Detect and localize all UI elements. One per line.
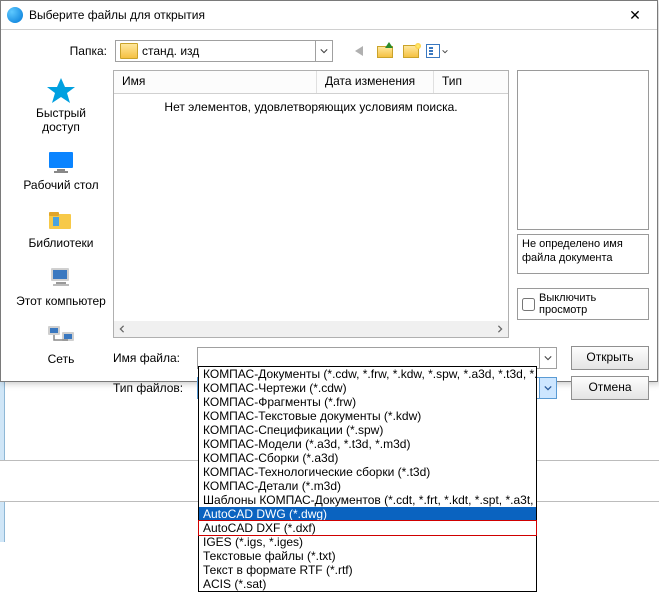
col-name[interactable]: Имя	[114, 71, 317, 93]
disable-preview-checkbox[interactable]: Выключить просмотр	[517, 288, 649, 320]
scroll-right-button[interactable]	[492, 321, 508, 337]
filename-label: Имя файла:	[113, 351, 197, 365]
scroll-left-button[interactable]	[114, 321, 130, 337]
up-folder-icon	[377, 44, 393, 58]
place-this-pc[interactable]: Этот компьютер	[16, 262, 106, 312]
views-button[interactable]	[425, 40, 449, 62]
horizontal-scrollbar[interactable]	[114, 321, 508, 337]
folder-combo[interactable]: станд. изд	[115, 40, 333, 62]
filetype-option[interactable]: КОМПАС-Текстовые документы (*.kdw)	[199, 409, 536, 423]
chevron-down-icon	[442, 48, 448, 55]
place-network[interactable]: Сеть	[16, 320, 106, 370]
folder-label: Папка:	[9, 44, 115, 58]
back-button[interactable]	[347, 40, 371, 62]
new-folder-icon	[403, 45, 419, 58]
place-label: Этот компьютер	[16, 294, 106, 308]
place-libraries[interactable]: Библиотеки	[16, 204, 106, 254]
filetype-option[interactable]: IGES (*.igs, *.iges)	[199, 535, 536, 549]
file-list-panel: Имя Дата изменения Тип Нет элементов, уд…	[113, 70, 509, 340]
place-label: Сеть	[16, 352, 106, 366]
place-quick-access[interactable]: Быстрый доступ	[16, 74, 106, 138]
file-list-header: Имя Дата изменения Тип	[114, 71, 508, 94]
filetype-option[interactable]: AutoCAD DWG (*.dwg)	[199, 507, 536, 521]
filetype-dropdown[interactable]: КОМПАС-Документы (*.cdw, *.frw, *.kdw, *…	[198, 366, 537, 592]
open-button[interactable]: Открыть	[571, 346, 649, 370]
filetype-option[interactable]: Текст в формате RTF (*.rtf)	[199, 563, 536, 577]
empty-message: Нет элементов, удовлетворяющих условиям …	[114, 94, 508, 114]
filetype-label: Тип файлов:	[113, 381, 197, 395]
filetype-option[interactable]: КОМПАС-Спецификации (*.spw)	[199, 423, 536, 437]
arrow-left-icon	[355, 46, 363, 56]
disable-preview-label: Выключить просмотр	[539, 292, 644, 316]
folder-icon	[120, 43, 138, 59]
preview-status: Не определено имя файла документа	[517, 234, 649, 274]
chevron-down-icon[interactable]	[539, 348, 556, 368]
file-list[interactable]: Имя Дата изменения Тип Нет элементов, уд…	[113, 70, 509, 338]
filetype-option[interactable]: КОМПАС-Детали (*.m3d)	[199, 479, 536, 493]
filetype-option[interactable]: ACIS (*.sat)	[199, 577, 536, 591]
preview-box	[517, 70, 649, 230]
filetype-option[interactable]: КОМПАС-Чертежи (*.cdw)	[199, 381, 536, 395]
filetype-option[interactable]: КОМПАС-Документы (*.cdw, *.frw, *.kdw, *…	[199, 367, 536, 381]
place-label: Рабочий стол	[16, 178, 106, 192]
folder-name: станд. изд	[142, 44, 315, 58]
filetype-option[interactable]: КОМПАС-Фрагменты (*.frw)	[199, 395, 536, 409]
filetype-option[interactable]: КОМПАС-Модели (*.a3d, *.t3d, *.m3d)	[199, 437, 536, 451]
places-bar: Быстрый доступ Рабочий стол Библиотеки Э…	[9, 70, 113, 340]
close-button[interactable]: ✕	[615, 2, 655, 28]
place-label: Библиотеки	[16, 236, 106, 250]
views-icon	[426, 44, 440, 58]
up-one-level-button[interactable]	[373, 40, 397, 62]
network-icon	[45, 322, 77, 350]
chevron-down-icon[interactable]	[315, 41, 332, 61]
scroll-track[interactable]	[130, 321, 492, 337]
star-icon	[45, 76, 77, 104]
dialog-title: Выберите файлы для открытия	[29, 8, 615, 22]
titlebar: Выберите файлы для открытия ✕	[1, 1, 657, 30]
col-date[interactable]: Дата изменения	[317, 71, 434, 93]
filetype-option[interactable]: AutoCAD DXF (*.dxf)	[199, 521, 536, 535]
open-file-dialog: Выберите файлы для открытия ✕ Папка: ста…	[0, 0, 658, 382]
app-icon	[7, 7, 23, 23]
monitor-icon	[45, 148, 77, 176]
disable-preview-input[interactable]	[522, 298, 535, 311]
filetype-option[interactable]: КОМПАС-Сборки (*.a3d)	[199, 451, 536, 465]
filetype-option[interactable]: Текстовые файлы (*.txt)	[199, 549, 536, 563]
place-label: Быстрый доступ	[16, 106, 106, 134]
filetype-option[interactable]: КОМПАС-Технологические сборки (*.t3d)	[199, 465, 536, 479]
libraries-icon	[45, 206, 77, 234]
filetype-option[interactable]: Шаблоны КОМПАС-Документов (*.cdt, *.frt,…	[199, 493, 536, 507]
pc-icon	[45, 264, 77, 292]
col-type[interactable]: Тип	[434, 71, 508, 93]
place-desktop[interactable]: Рабочий стол	[16, 146, 106, 196]
cancel-button[interactable]: Отмена	[571, 376, 649, 400]
new-folder-button[interactable]	[399, 40, 423, 62]
chevron-down-icon[interactable]	[539, 378, 556, 398]
